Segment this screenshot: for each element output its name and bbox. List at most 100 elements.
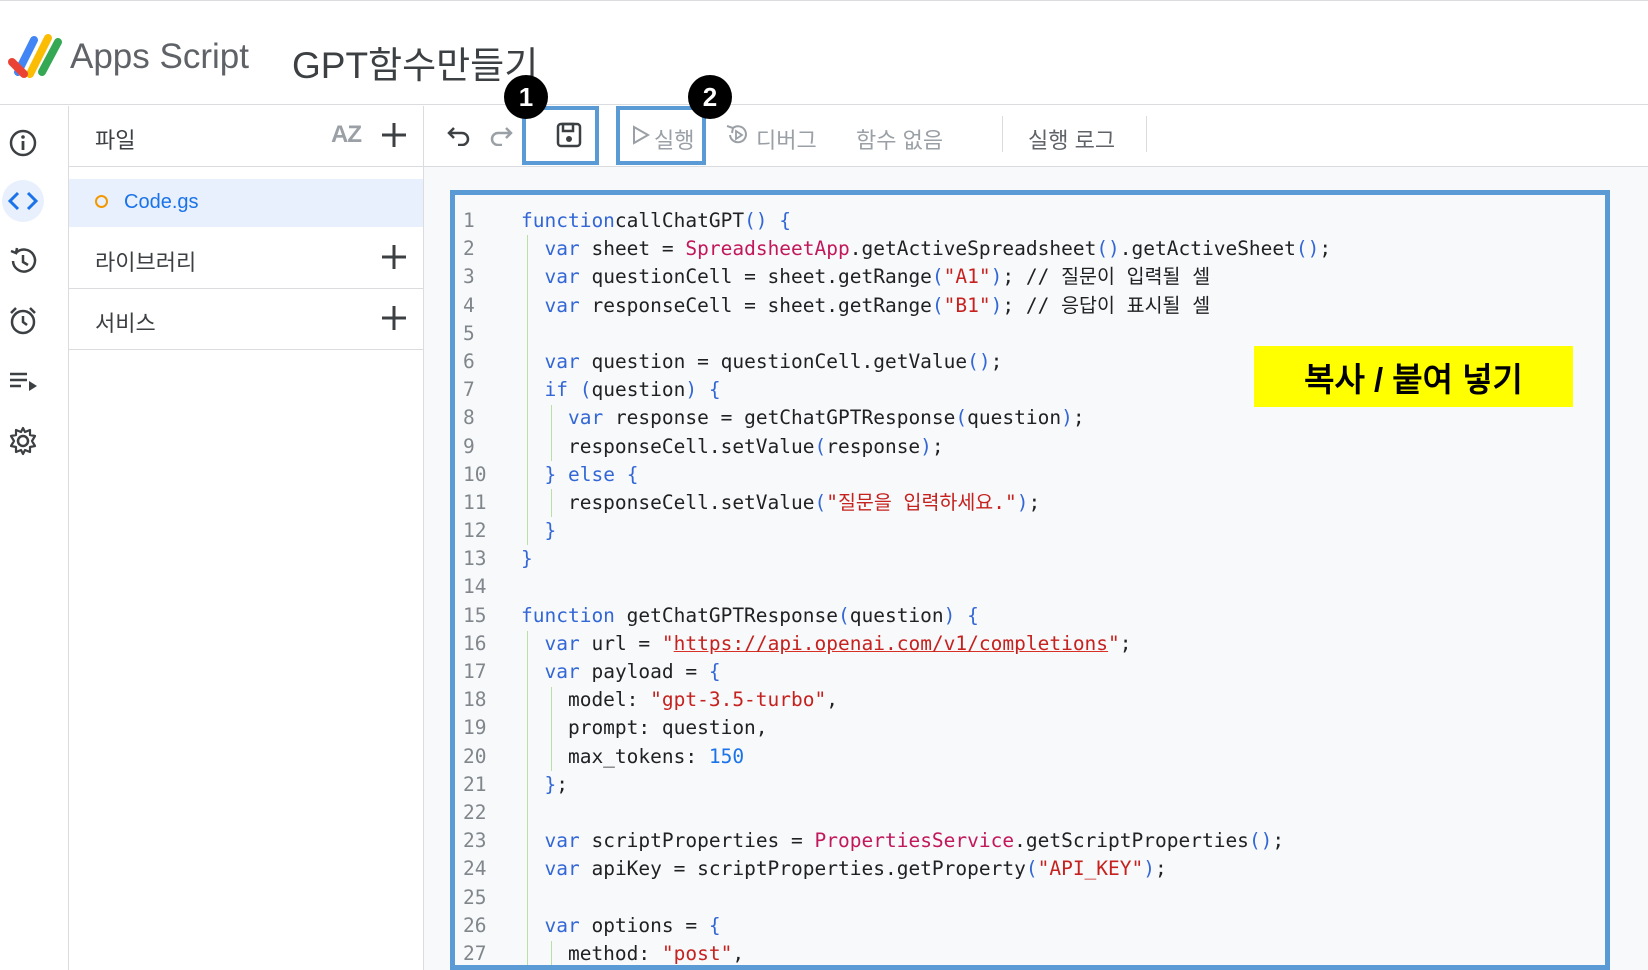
code-token: ( — [955, 406, 968, 430]
code-token: } — [544, 462, 557, 486]
code-token: if — [544, 378, 568, 402]
settings-icon[interactable] — [2, 420, 44, 462]
copy-paste-callout: 복사 / 붙여 넣기 — [1254, 346, 1573, 407]
code-line[interactable]: 22 — [455, 799, 1605, 827]
history-icon[interactable] — [2, 240, 44, 282]
code-line[interactable]: 4 var responseCell = sheet.getRange("B1"… — [455, 292, 1605, 320]
code-line[interactable]: 18 model: "gpt-3.5-turbo", — [455, 686, 1605, 714]
code-text: var url = "https://api.openai.com/v1/com… — [521, 630, 1131, 658]
apps-script-logo[interactable] — [8, 32, 64, 80]
line-number: 3 — [463, 265, 475, 289]
code-line[interactable]: 24 var apiKey = scriptProperties.getProp… — [455, 855, 1605, 883]
code-line[interactable]: 11 responseCell.setValue("질문을 입력하세요."); — [455, 489, 1605, 517]
code-token: "API_KEY" — [1037, 857, 1144, 881]
code-token: https://api.openai.com/v1/completions — [673, 631, 1109, 655]
add-service-icon[interactable] — [377, 301, 411, 335]
code-line[interactable]: 12 } — [455, 517, 1605, 545]
code-token: response — [826, 434, 921, 458]
line-number: 13 — [463, 547, 487, 571]
code-token: var — [544, 913, 580, 937]
execution-log-button[interactable]: 실행 로그 — [1028, 123, 1115, 155]
code-token: ( — [931, 293, 944, 317]
libraries-section: 라이브러리 — [69, 228, 423, 289]
add-file-icon[interactable] — [377, 118, 411, 152]
code-line[interactable]: 26 var options = { — [455, 912, 1605, 940]
file-item-code-gs[interactable]: Code.gs — [69, 179, 423, 227]
code-line[interactable]: 5 — [455, 320, 1605, 348]
code-line[interactable]: 21 }; — [455, 771, 1605, 799]
code-token: ) — [1061, 406, 1073, 430]
code-token: response = getChatGPTResponse — [603, 406, 956, 430]
code-token: question — [849, 603, 944, 627]
debug-icon[interactable] — [720, 118, 754, 152]
code-token: { — [708, 660, 721, 683]
debug-button[interactable]: 디버그 — [756, 123, 817, 155]
redo-icon[interactable] — [484, 118, 518, 152]
code-token: ; — [1028, 490, 1041, 514]
code-line[interactable]: 16 var url = "https://api.openai.com/v1/… — [455, 630, 1605, 658]
code-token: "A1" — [943, 265, 991, 289]
code-text: method: "post", — [521, 940, 744, 965]
code-line[interactable]: 25 — [455, 884, 1605, 912]
code-line[interactable]: 27 method: "post", — [455, 940, 1605, 965]
code-token: () — [1248, 829, 1273, 853]
code-text: }; — [521, 771, 568, 799]
code-text: max_tokens: 150 — [521, 743, 744, 771]
sort-az-icon[interactable]: AZ — [331, 121, 362, 149]
code-token: ( — [1025, 857, 1038, 881]
line-number: 18 — [463, 688, 487, 712]
code-token: "gpt-3.5-turbo" — [650, 688, 827, 712]
line-number: 25 — [463, 885, 487, 909]
line-number: 26 — [463, 913, 487, 937]
code-text: var sheet = SpreadsheetApp.getActiveSpre… — [521, 235, 1331, 263]
code-line[interactable]: 9 responseCell.setValue(response); — [455, 433, 1605, 461]
code-line[interactable]: 3 var questionCell = sheet.getRange("A1"… — [455, 263, 1605, 291]
code-token: .getActiveSpreadsheet — [849, 237, 1097, 261]
code-token: var — [544, 293, 580, 317]
code-token: ) — [990, 265, 1003, 289]
code-line[interactable]: 13} — [455, 545, 1605, 573]
code-token: , — [826, 688, 838, 712]
code-line[interactable]: 15 function getChatGPTResponse(question) … — [455, 602, 1605, 630]
code-editor[interactable]: 1 functioncallChatGPT() {2 var sheet = Sp… — [450, 190, 1610, 970]
code-token: url = — [579, 631, 662, 655]
code-text: function getChatGPTResponse(question) { — [521, 602, 979, 630]
function-select[interactable]: 함수 없음 — [856, 123, 943, 155]
code-token: responseCell.setValue — [521, 434, 815, 458]
code-token: SpreadsheetApp — [685, 237, 850, 261]
line-number: 2 — [463, 237, 475, 261]
code-token: 150 — [708, 744, 745, 768]
code-token: scriptProperties = — [579, 829, 815, 853]
code-line[interactable]: 1 functioncallChatGPT() { — [455, 207, 1605, 235]
code-line[interactable]: 2 var sheet = SpreadsheetApp.getActiveSp… — [455, 235, 1605, 263]
code-line[interactable]: 20 max_tokens: 150 — [455, 743, 1605, 771]
info-icon[interactable] — [2, 122, 44, 164]
executions-icon[interactable] — [2, 360, 44, 402]
code-token: .getScriptProperties — [1014, 829, 1249, 853]
code-token: model: — [521, 688, 651, 712]
code-text: functioncallChatGPT() { — [521, 207, 791, 235]
add-library-icon[interactable] — [377, 240, 411, 274]
code-text: var scriptProperties = PropertiesService… — [521, 827, 1284, 855]
code-line[interactable]: 23 var scriptProperties = PropertiesServ… — [455, 827, 1605, 855]
code-line[interactable]: 14 — [455, 573, 1605, 601]
undo-icon[interactable] — [442, 118, 476, 152]
code-token: max_tokens: — [521, 744, 709, 768]
app-header: Apps Script GPT함수만들기 — [0, 4, 1648, 105]
code-line[interactable]: 10 } else { — [455, 461, 1605, 489]
project-title[interactable]: GPT함수만들기 — [292, 35, 538, 89]
code-text: var apiKey = scriptProperties.getPropert… — [521, 855, 1166, 883]
code-line[interactable]: 19 prompt: question, — [455, 714, 1605, 742]
trigger-icon[interactable] — [2, 300, 44, 342]
code-token: ) — [920, 434, 932, 458]
code-text: } else { — [521, 461, 638, 489]
code-icon[interactable] — [2, 180, 44, 222]
code-token: prompt: question, — [521, 716, 768, 740]
code-token: function — [521, 603, 615, 627]
code-line[interactable]: 8 var response = getChatGPTResponse(ques… — [455, 404, 1605, 432]
code-line[interactable]: 17 var payload = { — [455, 658, 1605, 686]
code-text: responseCell.setValue("질문을 입력하세요."); — [521, 489, 1040, 517]
code-token: ; — [990, 349, 1003, 373]
